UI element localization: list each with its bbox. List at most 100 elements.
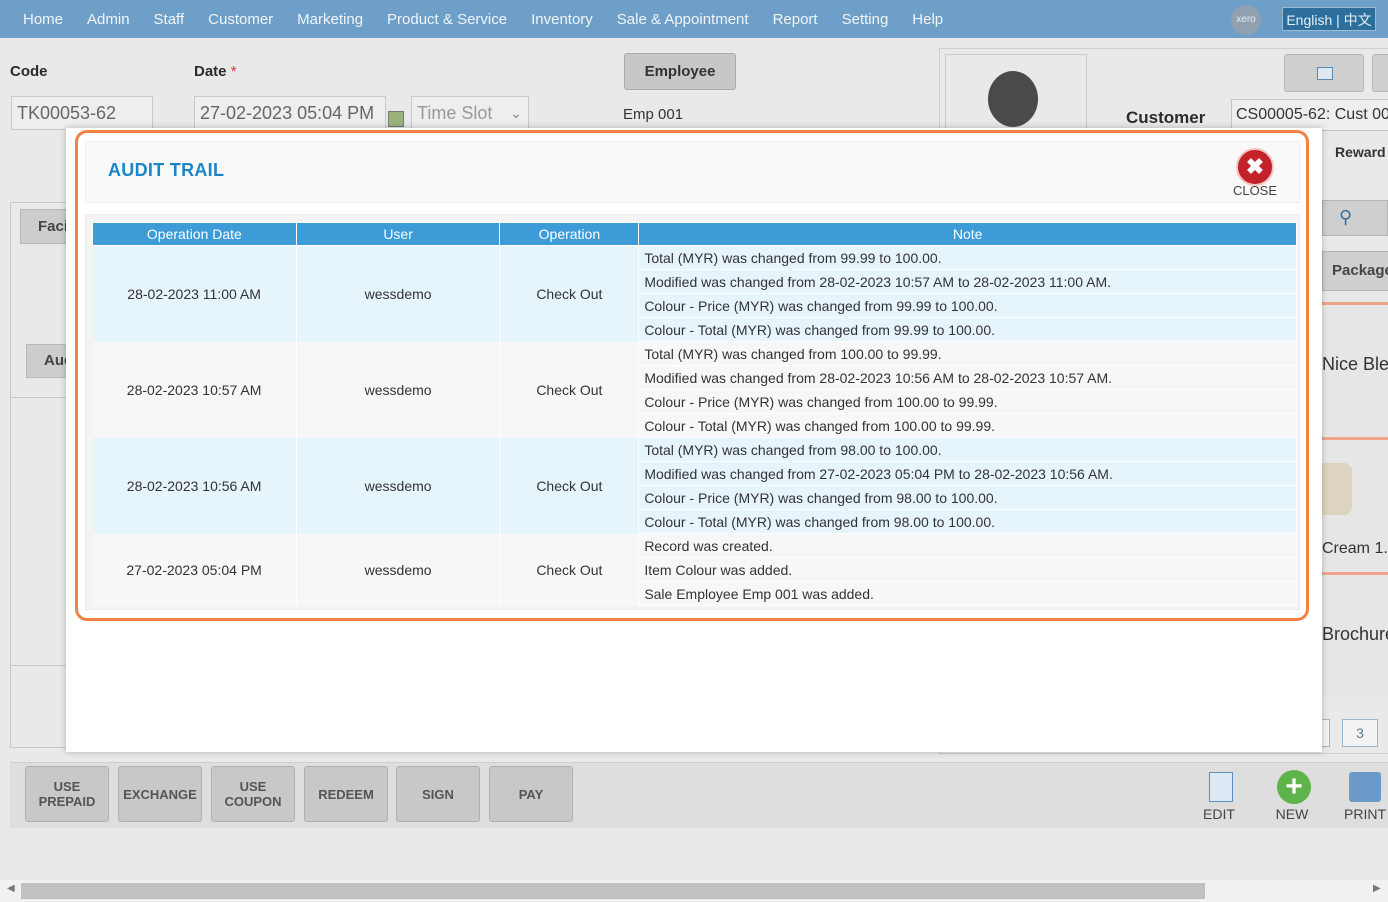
- date-label-text: Date: [194, 63, 227, 80]
- date-input[interactable]: 27-02-2023 05:04 PM: [194, 96, 386, 130]
- scrollbar-thumb[interactable]: [21, 883, 1205, 899]
- note-cell: Colour - Total (MYR) was changed from 99…: [638, 317, 1297, 342]
- operation-cell: Check Out: [499, 533, 640, 606]
- top-nav: Home Admin Staff Customer Marketing Prod…: [0, 0, 1388, 38]
- nav-item-report[interactable]: Report: [773, 11, 818, 28]
- operation-cell: Check Out: [499, 245, 640, 342]
- note-cell: Total (MYR) was changed from 100.00 to 9…: [638, 341, 1297, 366]
- horizontal-scrollbar[interactable]: ◀ ▶: [0, 880, 1388, 902]
- card-button[interactable]: [1284, 54, 1364, 92]
- timeslot-select[interactable]: Time Slot ⌄: [411, 96, 529, 130]
- reward-label: Reward: [1335, 144, 1386, 160]
- code-input[interactable]: TK00053-62: [11, 96, 153, 130]
- note-cell: Item Colour was added.: [638, 557, 1297, 582]
- close-icon: ✖: [1236, 148, 1274, 186]
- date-label: Date *: [194, 63, 237, 80]
- divider: [11, 397, 69, 398]
- customer-label: Customer: [1126, 108, 1206, 127]
- nav-item-home[interactable]: Home: [23, 11, 63, 28]
- new-button[interactable]: + NEW: [1264, 770, 1320, 822]
- main-menu: Home Admin Staff Customer Marketing Prod…: [23, 0, 967, 38]
- calendar-icon[interactable]: [388, 111, 404, 127]
- note-cell: Colour - Price (MYR) was changed from 98…: [638, 485, 1297, 510]
- card-divider: [1322, 302, 1388, 305]
- nav-item-marketing[interactable]: Marketing: [297, 11, 363, 28]
- note-cell: Modified was changed from 27-02-2023 05:…: [638, 461, 1297, 486]
- edit-icon: [1209, 772, 1233, 802]
- employee-value: Emp 001: [623, 106, 684, 123]
- page-button-3[interactable]: 3: [1342, 719, 1378, 747]
- table-row[interactable]: 28-02-2023 10:57 AM wessdemo Check Out T…: [92, 341, 1297, 438]
- operation-date-cell: 27-02-2023 05:04 PM: [92, 533, 297, 606]
- card-text-2[interactable]: Cream 1...: [1322, 540, 1388, 558]
- nav-item-help[interactable]: Help: [912, 11, 943, 28]
- pay-button[interactable]: PAY: [489, 766, 573, 822]
- xero-icon[interactable]: xero: [1231, 5, 1261, 35]
- print-button[interactable]: PRINT: [1337, 770, 1388, 822]
- new-label: NEW: [1275, 806, 1309, 822]
- user-cell: wessdemo: [296, 533, 501, 606]
- table-row[interactable]: 27-02-2023 05:04 PM wessdemo Check Out R…: [92, 533, 1297, 606]
- search-icon: ⚲: [1339, 207, 1353, 227]
- operation-date-cell: 28-02-2023 10:56 AM: [92, 437, 297, 534]
- user-cell: wessdemo: [296, 245, 501, 342]
- operation-cell: Check Out: [499, 341, 640, 438]
- employee-button[interactable]: Employee: [624, 53, 736, 90]
- user-cell: wessdemo: [296, 341, 501, 438]
- dialog-title: AUDIT TRAIL: [108, 160, 225, 180]
- note-cell: Record was created.: [638, 533, 1297, 558]
- side-panel: [10, 202, 70, 748]
- more-button[interactable]: [1372, 54, 1388, 92]
- customer-input[interactable]: CS00005-62: Cust 005: [1231, 99, 1388, 131]
- nav-item-sale-appointment[interactable]: Sale & Appointment: [617, 11, 749, 28]
- close-label: CLOSE: [1232, 183, 1278, 198]
- note-cell: Colour - Total (MYR) was changed from 98…: [638, 509, 1297, 534]
- exchange-button[interactable]: EXCHANGE: [118, 766, 202, 822]
- operation-date-cell: 28-02-2023 10:57 AM: [92, 341, 297, 438]
- redeem-button[interactable]: REDEEM: [304, 766, 388, 822]
- product-image: [1322, 463, 1352, 515]
- table-row[interactable]: 28-02-2023 11:00 AM wessdemo Check Out T…: [92, 245, 1297, 342]
- plus-icon: +: [1277, 770, 1311, 804]
- scroll-left-icon[interactable]: ◀: [7, 883, 15, 894]
- nav-item-staff[interactable]: Staff: [154, 11, 185, 28]
- note-cell: Modified was changed from 28-02-2023 10:…: [638, 269, 1297, 294]
- audit-table: Operation Date User Operation Note 28-02…: [92, 222, 1297, 606]
- tab-package[interactable]: Package: [1322, 251, 1388, 291]
- column-header-note[interactable]: Note: [638, 222, 1297, 246]
- table-row[interactable]: 28-02-2023 10:56 AM wessdemo Check Out T…: [92, 437, 1297, 534]
- close-button[interactable]: ✖ CLOSE: [1228, 146, 1282, 200]
- use-prepaid-button[interactable]: USE PREPAID: [25, 766, 109, 822]
- print-label: PRINT: [1344, 806, 1386, 822]
- sign-button[interactable]: SIGN: [396, 766, 480, 822]
- column-header-operation[interactable]: Operation: [499, 222, 640, 246]
- note-cell: Total (MYR) was changed from 99.99 to 10…: [638, 245, 1297, 270]
- card-icon: [1317, 67, 1333, 80]
- nav-item-setting[interactable]: Setting: [842, 11, 889, 28]
- nav-item-inventory[interactable]: Inventory: [531, 11, 593, 28]
- user-cell: wessdemo: [296, 437, 501, 534]
- nav-item-customer[interactable]: Customer: [208, 11, 273, 28]
- column-header-user[interactable]: User: [295, 222, 501, 246]
- search-button[interactable]: ⚲: [1322, 200, 1388, 236]
- language-switch[interactable]: English | 中文: [1282, 7, 1376, 31]
- scroll-right-icon[interactable]: ▶: [1373, 883, 1381, 894]
- required-marker: *: [230, 63, 237, 80]
- edit-button[interactable]: EDIT: [1191, 770, 1247, 822]
- card-text-1[interactable]: Nice Blend: [1322, 354, 1388, 375]
- card-text-3[interactable]: Brochure: [1322, 624, 1388, 645]
- note-cell: Total (MYR) was changed from 98.00 to 10…: [638, 437, 1297, 462]
- dialog-header: [85, 141, 1300, 203]
- nav-item-product-service[interactable]: Product & Service: [387, 11, 507, 28]
- divider: [11, 665, 69, 666]
- card-divider: [1322, 572, 1388, 575]
- tab-facial[interactable]: Facial: [20, 209, 70, 244]
- operation-cell: Check Out: [499, 437, 640, 534]
- column-header-operation-date[interactable]: Operation Date: [92, 222, 297, 246]
- chevron-down-icon: ⌄: [510, 105, 522, 121]
- use-coupon-button[interactable]: USE COUPON: [211, 766, 295, 822]
- nav-item-admin[interactable]: Admin: [87, 11, 130, 28]
- tab-audit[interactable]: Audit: [26, 344, 70, 378]
- card-divider: [1322, 437, 1388, 440]
- code-label: Code: [10, 63, 48, 80]
